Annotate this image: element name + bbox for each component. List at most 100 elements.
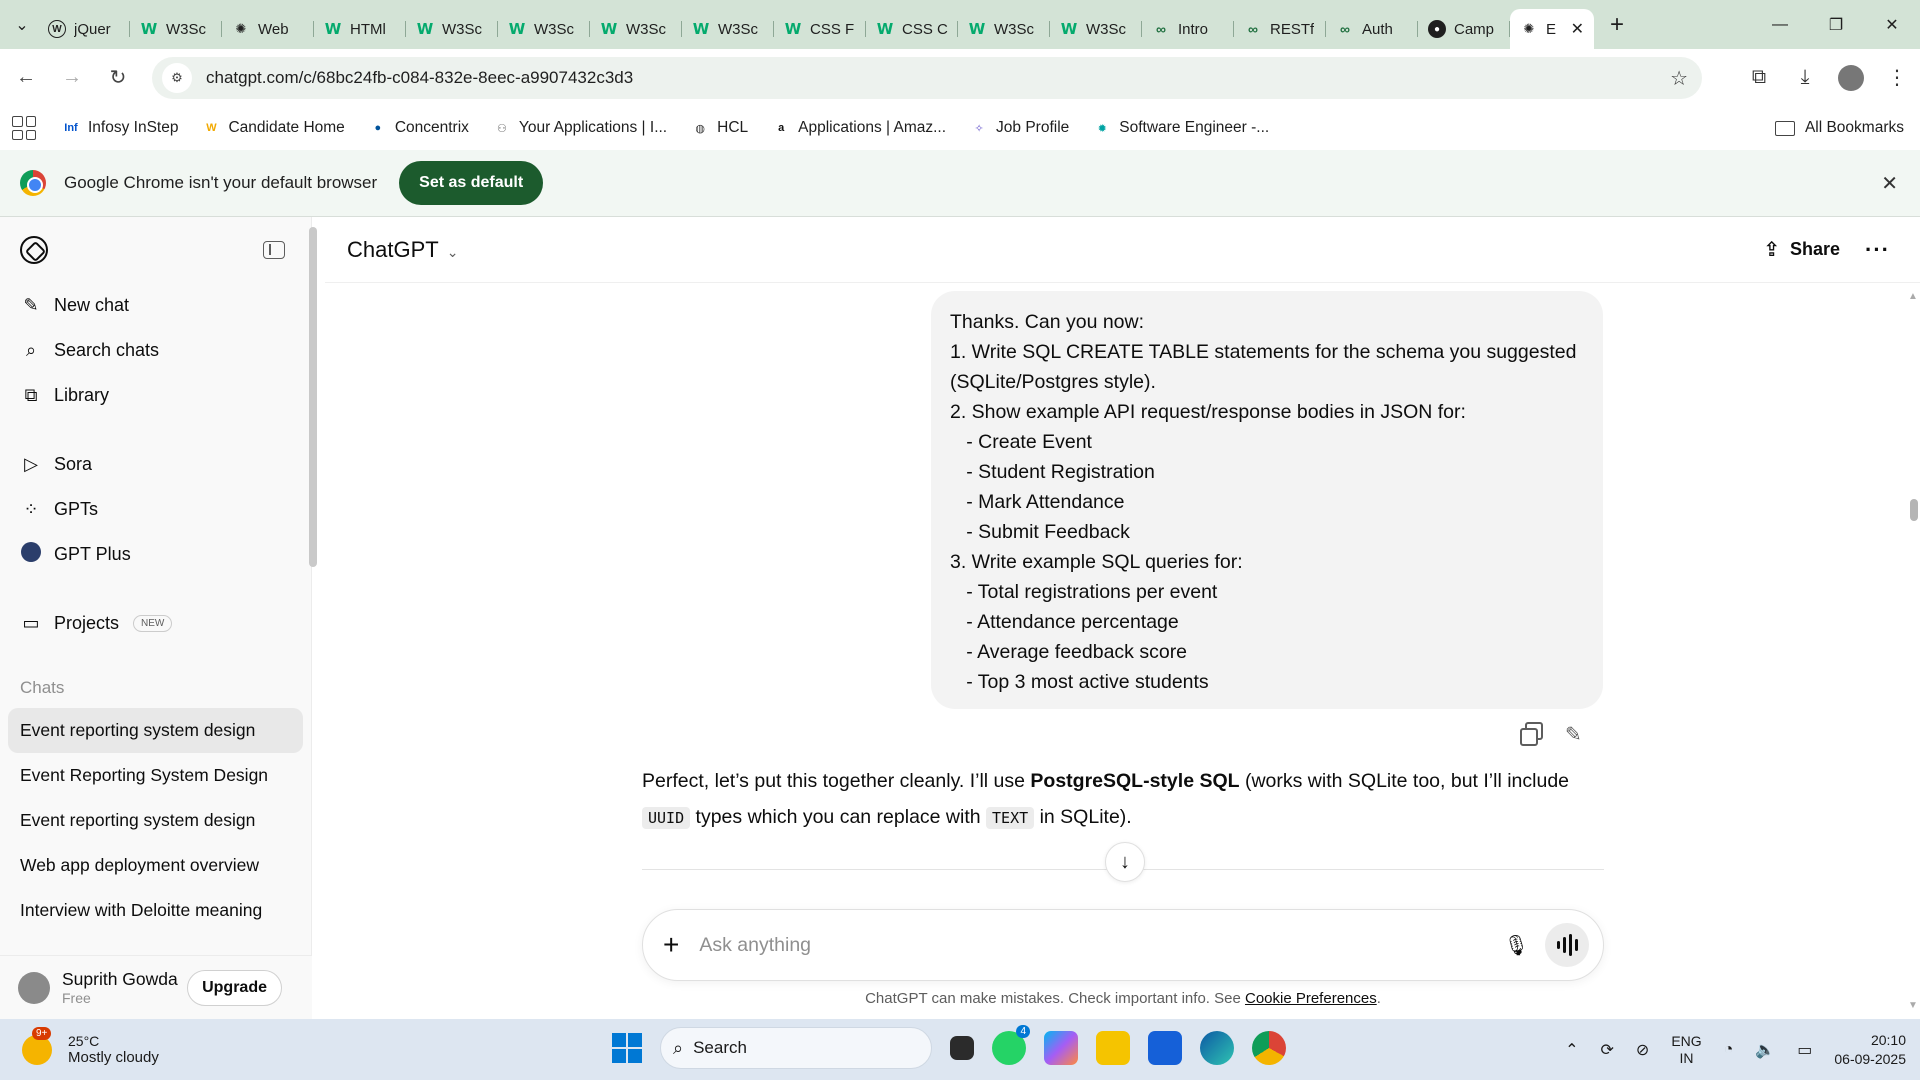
battery-icon[interactable]: ▭ bbox=[1797, 1040, 1812, 1060]
chrome-taskbar-icon[interactable] bbox=[1252, 1031, 1286, 1065]
tab[interactable]: ∞ RESTf bbox=[1234, 9, 1326, 49]
tab[interactable]: W CSS C bbox=[866, 9, 958, 49]
bookmark-item[interactable]: ● Concentrix bbox=[369, 119, 468, 137]
edit-icon[interactable]: ✎ bbox=[1565, 722, 1582, 747]
minimize-icon[interactable]: — bbox=[1752, 0, 1808, 49]
tab-search-icon[interactable]: ⌄ bbox=[6, 9, 38, 41]
tab-active[interactable]: ✺ E ✕ bbox=[1510, 9, 1594, 49]
task-view-icon[interactable] bbox=[950, 1036, 974, 1060]
close-tab-icon[interactable]: ✕ bbox=[1571, 19, 1584, 39]
sidebar-item-projects[interactable]: ▭ Projects NEW bbox=[0, 601, 311, 646]
bookmark-item[interactable]: ✧ Job Profile bbox=[970, 119, 1069, 137]
tab[interactable]: ● Camp bbox=[1418, 9, 1510, 49]
cookie-preferences-link[interactable]: Cookie Preferences bbox=[1245, 990, 1377, 1007]
more-options-icon[interactable]: ··· bbox=[1865, 237, 1890, 263]
tab[interactable]: W W3Sc bbox=[590, 9, 682, 49]
address-bar[interactable]: ⚙ chatgpt.com/c/68bc24fb-c084-832e-8eec-… bbox=[152, 57, 1702, 99]
tab[interactable]: W W3Sc bbox=[958, 9, 1050, 49]
voice-mode-button[interactable] bbox=[1545, 923, 1589, 967]
sidebar-item-new-chat[interactable]: ✎ New chat bbox=[0, 283, 311, 328]
menu-icon[interactable]: ⋮ bbox=[1874, 65, 1920, 90]
close-infobar-icon[interactable]: ✕ bbox=[1881, 171, 1898, 196]
user-avatar[interactable] bbox=[18, 971, 50, 1004]
copilot-icon[interactable] bbox=[1044, 1031, 1078, 1065]
sidebar-item-sora[interactable]: ▷ Sora bbox=[0, 442, 311, 487]
composer-input[interactable]: Ask anything bbox=[699, 934, 811, 957]
sync-icon[interactable]: ⟳ bbox=[1601, 1040, 1614, 1060]
add-attachment-icon[interactable]: + bbox=[663, 929, 679, 961]
bookmark-item[interactable]: ◍ HCL bbox=[691, 119, 748, 137]
chat-history-item[interactable]: Web app deployment overview bbox=[8, 843, 303, 888]
tab[interactable]: W W3Sc bbox=[130, 9, 222, 49]
chatgpt-logo-icon[interactable] bbox=[20, 236, 48, 264]
tab[interactable]: W W3Sc bbox=[682, 9, 774, 49]
sidebar-item-gpts[interactable]: ⁘ GPTs bbox=[0, 487, 311, 532]
model-selector[interactable]: ChatGPT ⌄ bbox=[347, 237, 458, 263]
chat-history-item[interactable]: Interview with Deloitte meaning bbox=[8, 888, 303, 933]
wifi-icon[interactable]: ◔ bbox=[1724, 1041, 1734, 1059]
upgrade-button[interactable]: Upgrade bbox=[187, 969, 282, 1006]
all-bookmarks[interactable]: All Bookmarks bbox=[1774, 119, 1904, 137]
extensions-icon[interactable]: ⧉ bbox=[1736, 66, 1782, 89]
scroll-down-button[interactable]: ↓ bbox=[1105, 842, 1145, 882]
start-icon[interactable] bbox=[612, 1033, 642, 1063]
chat-history-item[interactable]: Event reporting system design bbox=[8, 708, 303, 753]
apps-icon[interactable] bbox=[12, 116, 36, 140]
store-icon[interactable] bbox=[1148, 1031, 1182, 1065]
composer[interactable]: + Ask anything 🎙 bbox=[642, 909, 1604, 981]
sidebar-item-library[interactable]: ⧉ Library bbox=[0, 373, 311, 418]
bookmark-item[interactable]: ✹ Software Engineer -... bbox=[1093, 119, 1270, 137]
forward-icon[interactable]: → bbox=[52, 58, 92, 98]
tab[interactable]: ✺ Web bbox=[222, 9, 314, 49]
copy-icon[interactable] bbox=[1520, 722, 1543, 746]
set-default-button[interactable]: Set as default bbox=[399, 161, 544, 205]
tab[interactable]: ∞ Auth bbox=[1326, 9, 1418, 49]
chat-history-item[interactable]: Event reporting system design bbox=[8, 798, 303, 843]
tab[interactable]: ∞ Intro bbox=[1142, 9, 1234, 49]
bookmark-star-icon[interactable]: ☆ bbox=[1670, 66, 1688, 91]
restore-icon[interactable]: ❐ bbox=[1808, 0, 1864, 49]
folder-icon: ▭ bbox=[22, 613, 40, 633]
volume-icon[interactable]: 🔈 bbox=[1755, 1040, 1775, 1060]
sidebar-toggle-icon[interactable] bbox=[263, 241, 285, 259]
scroll-up-icon[interactable]: ▲ bbox=[1908, 291, 1918, 302]
tab[interactable]: W W3Sc bbox=[406, 9, 498, 49]
url-text[interactable]: chatgpt.com/c/68bc24fb-c084-832e-8eec-a9… bbox=[206, 68, 633, 88]
sidebar-scrollbar[interactable] bbox=[309, 227, 317, 567]
network-off-icon[interactable]: ⊘ bbox=[1636, 1040, 1649, 1060]
back-icon[interactable]: ← bbox=[6, 58, 46, 98]
bookmark-item[interactable]: ⚇ Your Applications | I... bbox=[493, 119, 667, 137]
sidebar-item-gpt-plus[interactable]: GPT Plus bbox=[0, 532, 311, 577]
w3schools-icon: W bbox=[784, 20, 802, 38]
main-scrollbar[interactable]: ▲ ▼ bbox=[1908, 291, 1918, 1011]
chat-history-item[interactable]: Event Reporting System Design bbox=[8, 753, 303, 798]
microphone-icon[interactable]: 🎙 bbox=[1504, 933, 1529, 958]
share-button[interactable]: ⇪ Share bbox=[1763, 237, 1840, 262]
close-window-icon[interactable]: ✕ bbox=[1864, 0, 1920, 49]
bookmark-item[interactable]: W Candidate Home bbox=[202, 119, 345, 137]
file-explorer-icon[interactable] bbox=[1096, 1031, 1130, 1065]
scrollbar-thumb[interactable] bbox=[1910, 499, 1918, 521]
profile-avatar[interactable] bbox=[1828, 64, 1874, 91]
tab[interactable]: WjQuer bbox=[38, 9, 130, 49]
clock[interactable]: 20:10 06-09-2025 bbox=[1834, 1031, 1906, 1069]
bookmark-item[interactable]: a Applications | Amaz... bbox=[772, 119, 946, 137]
chevron-up-icon[interactable]: ⌃ bbox=[1565, 1040, 1578, 1060]
tab[interactable]: W W3Sc bbox=[1050, 9, 1142, 49]
reload-icon[interactable]: ↻ bbox=[98, 58, 138, 98]
tab[interactable]: W W3Sc bbox=[498, 9, 590, 49]
scroll-down-icon[interactable]: ▼ bbox=[1908, 1000, 1918, 1011]
user-panel[interactable]: Suprith Gowda Free Upgrade bbox=[0, 955, 312, 1019]
bookmark-item[interactable]: Inf Infosy InStep bbox=[62, 119, 178, 137]
weather-widget[interactable]: 9+ 25°C Mostly cloudy bbox=[22, 1026, 159, 1066]
tab[interactable]: W CSS F bbox=[774, 9, 866, 49]
tab[interactable]: W HTMl bbox=[314, 9, 406, 49]
language-indicator[interactable]: ENG IN bbox=[1671, 1033, 1701, 1067]
taskbar-search[interactable]: ⌕ Search bbox=[660, 1027, 932, 1069]
sidebar-item-search-chats[interactable]: ⌕ Search chats bbox=[0, 328, 311, 373]
downloads-icon[interactable]: ⤓ bbox=[1782, 66, 1828, 89]
edge-icon[interactable] bbox=[1200, 1031, 1234, 1065]
whatsapp-icon[interactable]: 4 bbox=[992, 1025, 1030, 1065]
site-info-icon[interactable]: ⚙ bbox=[162, 63, 192, 93]
new-tab-button[interactable]: + bbox=[1610, 11, 1624, 39]
